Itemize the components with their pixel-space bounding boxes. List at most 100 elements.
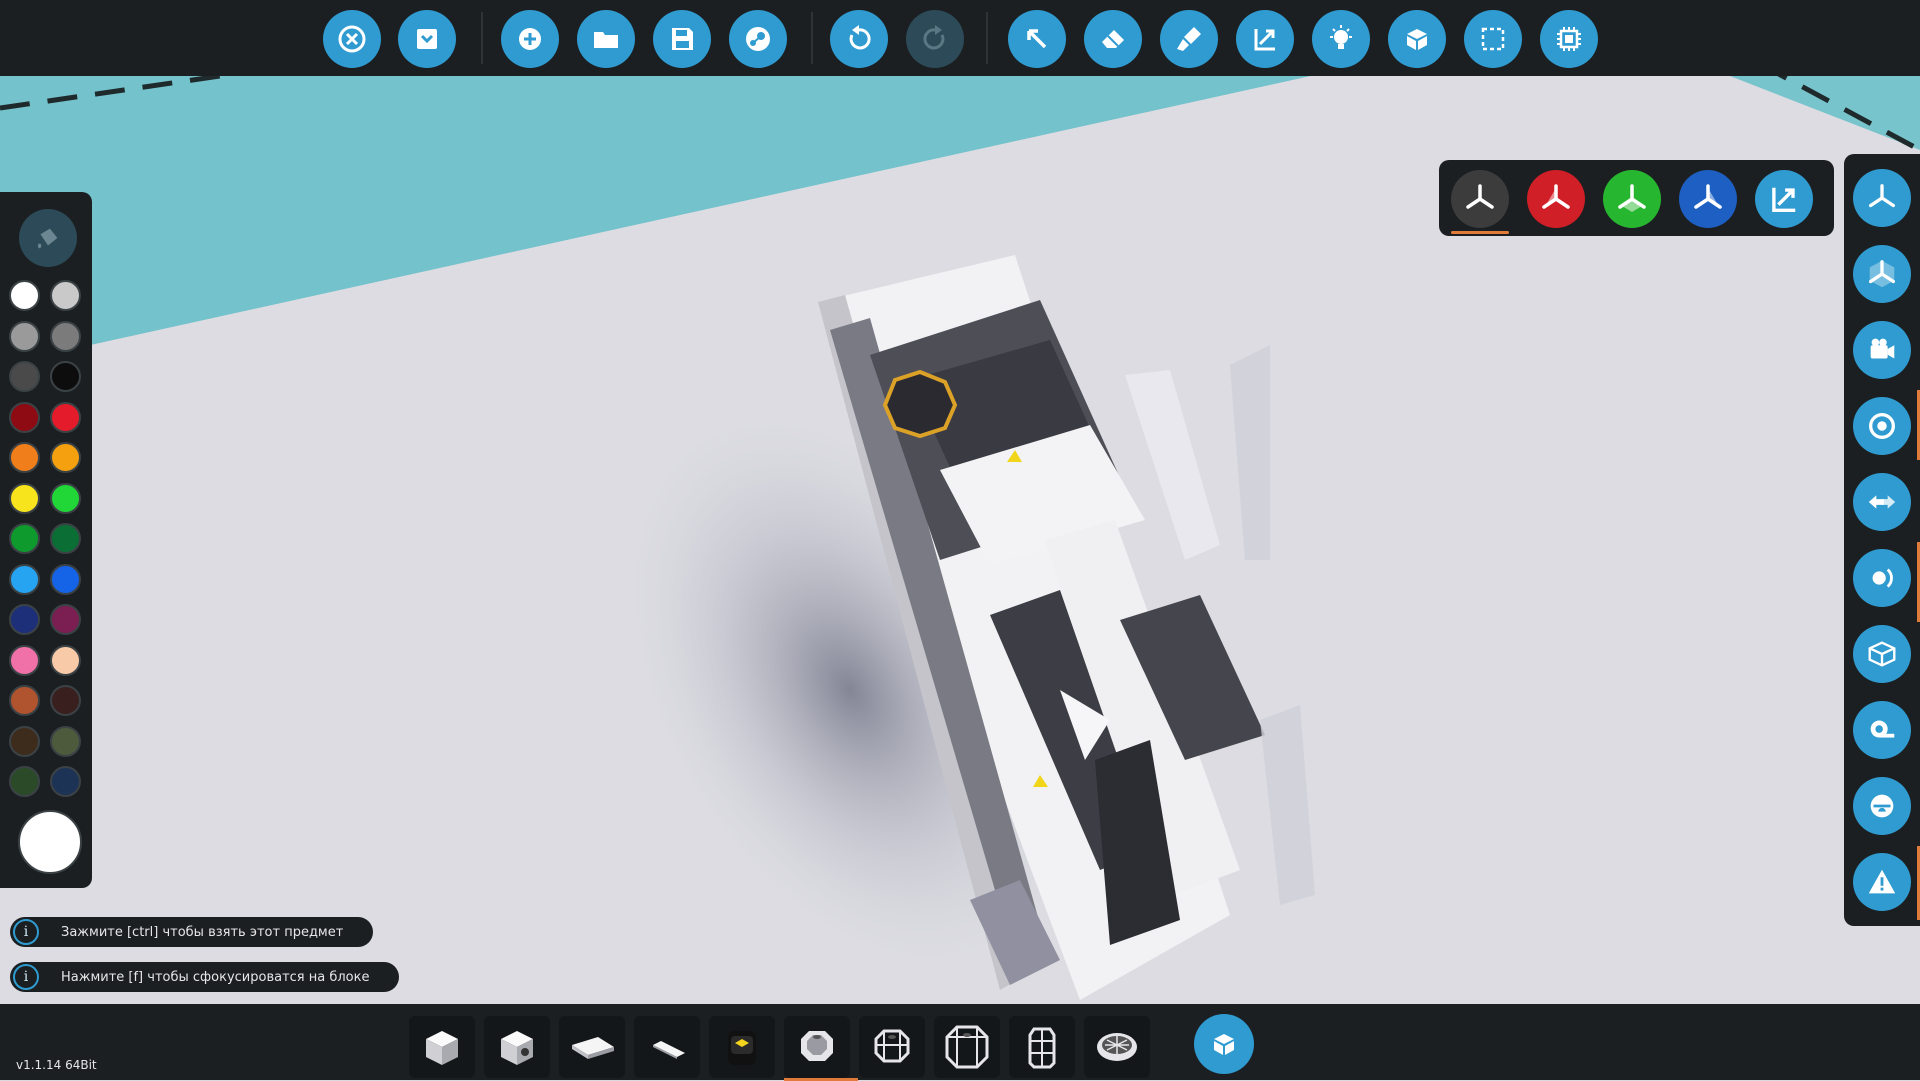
paint-mode-button[interactable] bbox=[19, 209, 77, 267]
color-swatch[interactable] bbox=[50, 442, 81, 473]
right-toolbar bbox=[1844, 154, 1920, 926]
color-swatch[interactable] bbox=[50, 280, 81, 311]
camera-icon bbox=[1870, 338, 1895, 359]
eraser-icon bbox=[1102, 30, 1124, 48]
resize-arrows-icon bbox=[1254, 29, 1275, 51]
rotation-button[interactable] bbox=[1853, 549, 1911, 607]
bounding-box-button[interactable] bbox=[1853, 625, 1911, 683]
block-tall-cage[interactable] bbox=[1009, 1016, 1075, 1078]
color-swatch[interactable] bbox=[9, 280, 40, 311]
axis-scale-button[interactable] bbox=[1755, 170, 1813, 228]
camera-button[interactable] bbox=[1853, 321, 1911, 379]
selection-box-button[interactable] bbox=[1464, 10, 1522, 68]
axis-all-button[interactable] bbox=[1451, 170, 1509, 228]
color-swatch[interactable] bbox=[9, 604, 40, 635]
color-swatch[interactable] bbox=[50, 644, 81, 676]
current-color-indicator[interactable] bbox=[18, 810, 82, 874]
microprocessor-button[interactable] bbox=[1540, 10, 1598, 68]
local-axis-button[interactable] bbox=[1853, 245, 1911, 303]
color-swatch[interactable] bbox=[9, 320, 40, 352]
box-outline-icon bbox=[1868, 641, 1896, 667]
tri-axis-z-icon bbox=[1694, 184, 1722, 209]
floppy-icon bbox=[672, 28, 693, 50]
thin-plate-icon bbox=[653, 1041, 685, 1059]
save-button[interactable] bbox=[653, 10, 711, 68]
color-swatch[interactable] bbox=[50, 725, 81, 757]
inventory-button[interactable] bbox=[1194, 1014, 1254, 1074]
color-swatch[interactable] bbox=[9, 361, 40, 392]
lighting-button[interactable] bbox=[1312, 10, 1370, 68]
hint-text: Зажмите [ctrl] чтобы взять этот предмет bbox=[61, 924, 344, 940]
color-swatch[interactable] bbox=[50, 320, 81, 352]
color-swatch[interactable] bbox=[50, 766, 81, 797]
block-octagon-cage[interactable] bbox=[859, 1016, 925, 1078]
info-icon: i bbox=[13, 919, 39, 945]
axis-z-button[interactable] bbox=[1679, 170, 1737, 228]
select-tool-button[interactable] bbox=[1008, 10, 1066, 68]
color-swatch[interactable] bbox=[9, 563, 40, 595]
color-swatch[interactable] bbox=[9, 685, 40, 716]
block-plate[interactable] bbox=[559, 1016, 625, 1078]
color-swatch[interactable] bbox=[9, 766, 40, 797]
color-swatch[interactable] bbox=[9, 725, 40, 757]
tri-axis-icon bbox=[1869, 184, 1895, 208]
block-turbine[interactable] bbox=[1084, 1016, 1150, 1078]
cubes-icon bbox=[1214, 1034, 1234, 1055]
color-swatch[interactable] bbox=[9, 401, 40, 433]
info-icon: i bbox=[13, 964, 39, 990]
axis-y-button[interactable] bbox=[1603, 170, 1661, 228]
block-seat[interactable] bbox=[709, 1016, 775, 1078]
block-thin-plate[interactable] bbox=[634, 1016, 700, 1078]
dashed-square-icon bbox=[1481, 27, 1505, 51]
block-cube[interactable] bbox=[409, 1016, 475, 1078]
plus-icon bbox=[519, 28, 541, 50]
new-vehicle-button[interactable] bbox=[501, 10, 559, 68]
scale-tool-button[interactable] bbox=[1236, 10, 1294, 68]
color-swatch[interactable] bbox=[50, 563, 81, 595]
color-swatch[interactable] bbox=[50, 482, 81, 514]
erase-tool-button[interactable] bbox=[1084, 10, 1142, 68]
steam-workshop-button[interactable] bbox=[729, 10, 787, 68]
checkbox-menu-icon bbox=[417, 29, 437, 49]
color-swatch[interactable] bbox=[50, 523, 81, 554]
redo-button[interactable] bbox=[906, 10, 964, 68]
color-swatch[interactable] bbox=[50, 401, 81, 433]
close-x-icon bbox=[338, 25, 366, 53]
color-swatch[interactable] bbox=[50, 685, 81, 716]
workbench-menu-button[interactable] bbox=[398, 10, 456, 68]
warnings-button[interactable] bbox=[1853, 853, 1911, 911]
close-button[interactable] bbox=[323, 10, 381, 68]
seat-button[interactable] bbox=[1853, 777, 1911, 835]
color-swatch[interactable] bbox=[50, 604, 81, 635]
cursor-arrow-icon bbox=[1027, 29, 1047, 49]
color-swatch[interactable] bbox=[9, 442, 40, 473]
color-swatch[interactable] bbox=[9, 644, 40, 676]
tri-axis-y-icon bbox=[1618, 184, 1646, 212]
chip-icon bbox=[1557, 27, 1581, 51]
merge-button[interactable] bbox=[1388, 10, 1446, 68]
logic-links-button[interactable] bbox=[1853, 473, 1911, 531]
paint-bucket-icon bbox=[37, 228, 58, 249]
center-of-mass-button[interactable] bbox=[1853, 397, 1911, 455]
undo-button[interactable] bbox=[830, 10, 888, 68]
color-swatch[interactable] bbox=[50, 361, 81, 392]
hint-text: Нажмите [f] чтобы сфокусироватся на блок… bbox=[61, 969, 370, 985]
paint-tool-button[interactable] bbox=[1160, 10, 1218, 68]
tri-axis-cube-icon bbox=[1869, 260, 1895, 288]
color-swatch[interactable] bbox=[9, 523, 40, 554]
tri-axis-x-icon bbox=[1542, 184, 1570, 209]
octagon-cage-icon bbox=[874, 1029, 910, 1063]
transform-gizmo-button[interactable] bbox=[1853, 169, 1911, 227]
block-octagon-large[interactable] bbox=[934, 1016, 1000, 1078]
octagon-thruster-icon bbox=[801, 1031, 833, 1061]
plate-block-icon bbox=[572, 1037, 614, 1059]
axis-x-button[interactable] bbox=[1527, 170, 1585, 228]
block-octagon-thruster[interactable] bbox=[784, 1016, 850, 1078]
color-swatch[interactable] bbox=[9, 482, 40, 514]
block-wedge-cube[interactable] bbox=[484, 1016, 550, 1078]
tri-axis-icon bbox=[1466, 184, 1494, 209]
undo-icon bbox=[849, 25, 871, 50]
measure-button[interactable] bbox=[1853, 701, 1911, 759]
target-icon bbox=[1869, 413, 1895, 439]
open-button[interactable] bbox=[577, 10, 635, 68]
